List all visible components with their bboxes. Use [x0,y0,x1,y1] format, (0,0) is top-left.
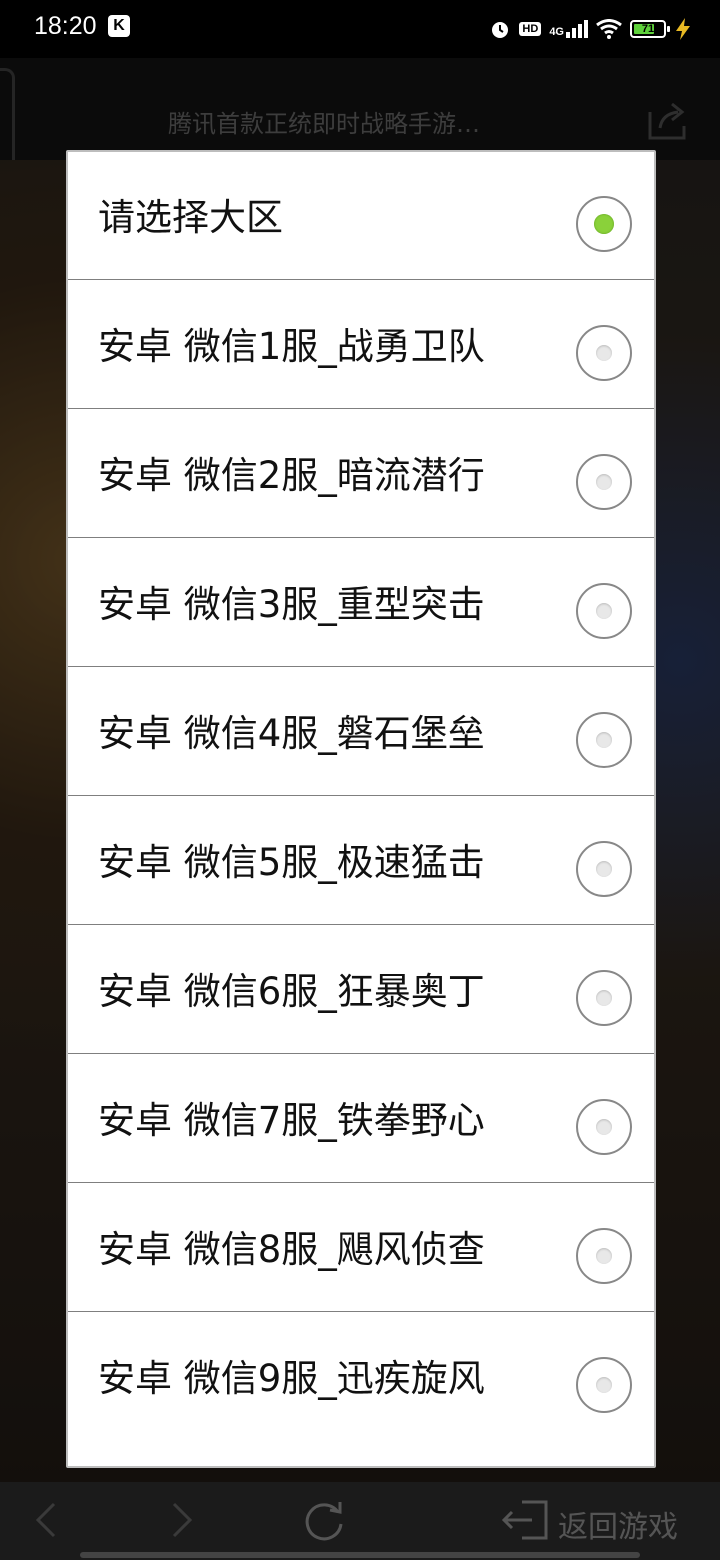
server-option-label: 安卓 微信4服_磐石堡垒 [98,712,485,755]
exit-icon[interactable] [500,1496,550,1544]
server-option[interactable]: 安卓 微信8服_飓风侦查 [68,1184,654,1312]
charging-icon [676,18,690,40]
bottom-toolbar: 返回游戏 [0,1482,720,1560]
radio-dot [596,603,612,619]
server-option[interactable]: 安卓 微信5服_极速猛击 [68,797,654,925]
radio-selected-icon[interactable] [576,196,632,252]
radio-unselected-icon[interactable] [576,970,632,1026]
radio-dot [596,732,612,748]
alarm-icon [492,22,509,38]
battery-icon: 71 [630,20,670,38]
status-bar: 18:20 K HD 4G 71 [0,0,720,58]
network-type: 4G [549,26,564,38]
server-option-label: 安卓 微信2服_暗流潜行 [98,454,485,497]
status-time: 18:20 [34,12,97,40]
server-option-label: 安卓 微信1服_战勇卫队 [98,325,485,368]
radio-unselected-icon[interactable] [576,1228,632,1284]
server-option[interactable]: 安卓 微信4服_磐石堡垒 [68,668,654,796]
forward-arrow-icon[interactable] [168,1496,198,1544]
battery-percent: 71 [641,23,655,35]
server-option[interactable]: 安卓 微信7服_铁拳野心 [68,1055,654,1183]
radio-dot [596,1377,612,1393]
radio-unselected-icon[interactable] [576,454,632,510]
server-option-label: 安卓 微信6服_狂暴奥丁 [98,970,485,1013]
server-option-label: 安卓 微信7服_铁拳野心 [98,1099,485,1142]
radio-unselected-icon[interactable] [576,1099,632,1155]
server-option[interactable]: 安卓 微信1服_战勇卫队 [68,281,654,409]
radio-unselected-icon[interactable] [576,841,632,897]
server-option[interactable]: 安卓 微信2服_暗流潜行 [68,410,654,538]
cell-signal-icon: 4G [549,20,588,38]
radio-dot [596,1248,612,1264]
server-option-label: 安卓 微信5服_极速猛击 [98,841,485,884]
radio-dot [596,345,612,361]
back-to-game-button[interactable]: 返回游戏 [558,1502,678,1546]
wifi-icon [596,19,622,39]
server-option-label: 安卓 微信9服_迅疾旋风 [98,1357,485,1400]
radio-unselected-icon[interactable] [576,583,632,639]
app-notification-icon: K [108,15,130,37]
radio-dot [596,474,612,490]
status-icons: HD 4G 71 [489,14,692,44]
server-option[interactable]: 安卓 微信9服_迅疾旋风 [68,1313,654,1441]
server-option[interactable]: 请选择大区 [68,152,654,280]
refresh-icon[interactable] [300,1496,348,1544]
home-indicator[interactable] [80,1552,640,1558]
radio-unselected-icon[interactable] [576,325,632,381]
radio-dot [594,214,614,234]
radio-unselected-icon[interactable] [576,1357,632,1413]
hd-icon: HD [519,22,542,36]
server-option-label: 安卓 微信8服_飓风侦查 [98,1228,485,1271]
radio-dot [596,861,612,877]
server-option-label: 请选择大区 [98,196,283,239]
back-arrow-icon[interactable] [30,1496,60,1544]
radio-dot [596,990,612,1006]
server-option[interactable]: 安卓 微信3服_重型突击 [68,539,654,667]
server-select-dialog: 请选择大区安卓 微信1服_战勇卫队 安卓 微信2服_暗流潜行 安卓 微信3服_重型突… [66,150,656,1468]
radio-dot [596,1119,612,1135]
radio-unselected-icon[interactable] [576,712,632,768]
server-option[interactable]: 安卓 微信6服_狂暴奥丁 [68,926,654,1054]
server-option-label: 安卓 微信3服_重型突击 [98,583,485,626]
